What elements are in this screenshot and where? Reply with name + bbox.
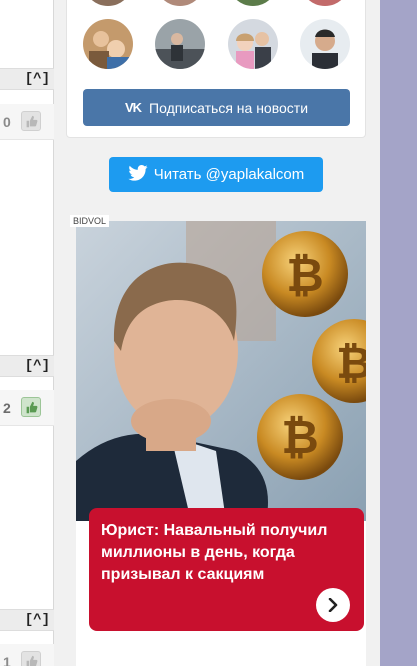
avatar[interactable] xyxy=(300,19,350,69)
post-header-bar: [^] xyxy=(0,355,54,377)
svg-text:₿: ₿ xyxy=(336,339,366,388)
post-header-bar: [^] xyxy=(0,609,54,631)
twitter-follow-label: Читать @yaplakalcom xyxy=(153,166,305,183)
ad-image[interactable]: ₿ ₿ ₿ xyxy=(76,221,366,521)
avatar[interactable] xyxy=(155,19,205,69)
ad-source-label: BIDVOL xyxy=(70,215,110,227)
forum-column: [^] 0 [^] 2 [^] 1 xyxy=(0,0,54,666)
scroll-up-button[interactable]: [^] xyxy=(25,72,50,86)
svg-text:₿: ₿ xyxy=(281,411,319,463)
ad-headline-box[interactable]: Юрист: Навальный получил миллионы в день… xyxy=(89,508,364,631)
avatar[interactable] xyxy=(83,19,133,69)
post-header-bar: [^] xyxy=(0,68,54,90)
vk-subscribe-label: Подписаться на новости xyxy=(149,99,309,116)
rating-count: 0 xyxy=(3,114,11,130)
rating-row: 1 xyxy=(0,644,54,666)
thumb-up-icon[interactable] xyxy=(21,397,41,417)
rating-count: 1 xyxy=(3,654,11,666)
thumb-up-icon[interactable] xyxy=(21,651,41,666)
scroll-up-button[interactable]: [^] xyxy=(25,359,50,373)
avatar[interactable] xyxy=(228,19,278,69)
rating-count: 2 xyxy=(3,400,11,416)
vk-icon: VK xyxy=(124,100,142,115)
twitter-follow-button[interactable]: Читать @yaplakalcom xyxy=(109,157,323,192)
chevron-right-icon[interactable] xyxy=(316,588,350,622)
twitter-bird-icon xyxy=(128,164,148,185)
scroll-up-button[interactable]: [^] xyxy=(25,613,50,627)
thumb-up-icon[interactable] xyxy=(21,111,41,131)
rating-row: 0 xyxy=(0,104,54,140)
rating-row: 2 xyxy=(0,390,54,426)
ad-headline[interactable]: Юрист: Навальный получил миллионы в день… xyxy=(101,520,356,586)
vk-subscribe-button[interactable]: VK Подписаться на новости xyxy=(83,89,350,126)
svg-text:₿: ₿ xyxy=(286,249,324,301)
page-background-strip xyxy=(380,0,417,666)
